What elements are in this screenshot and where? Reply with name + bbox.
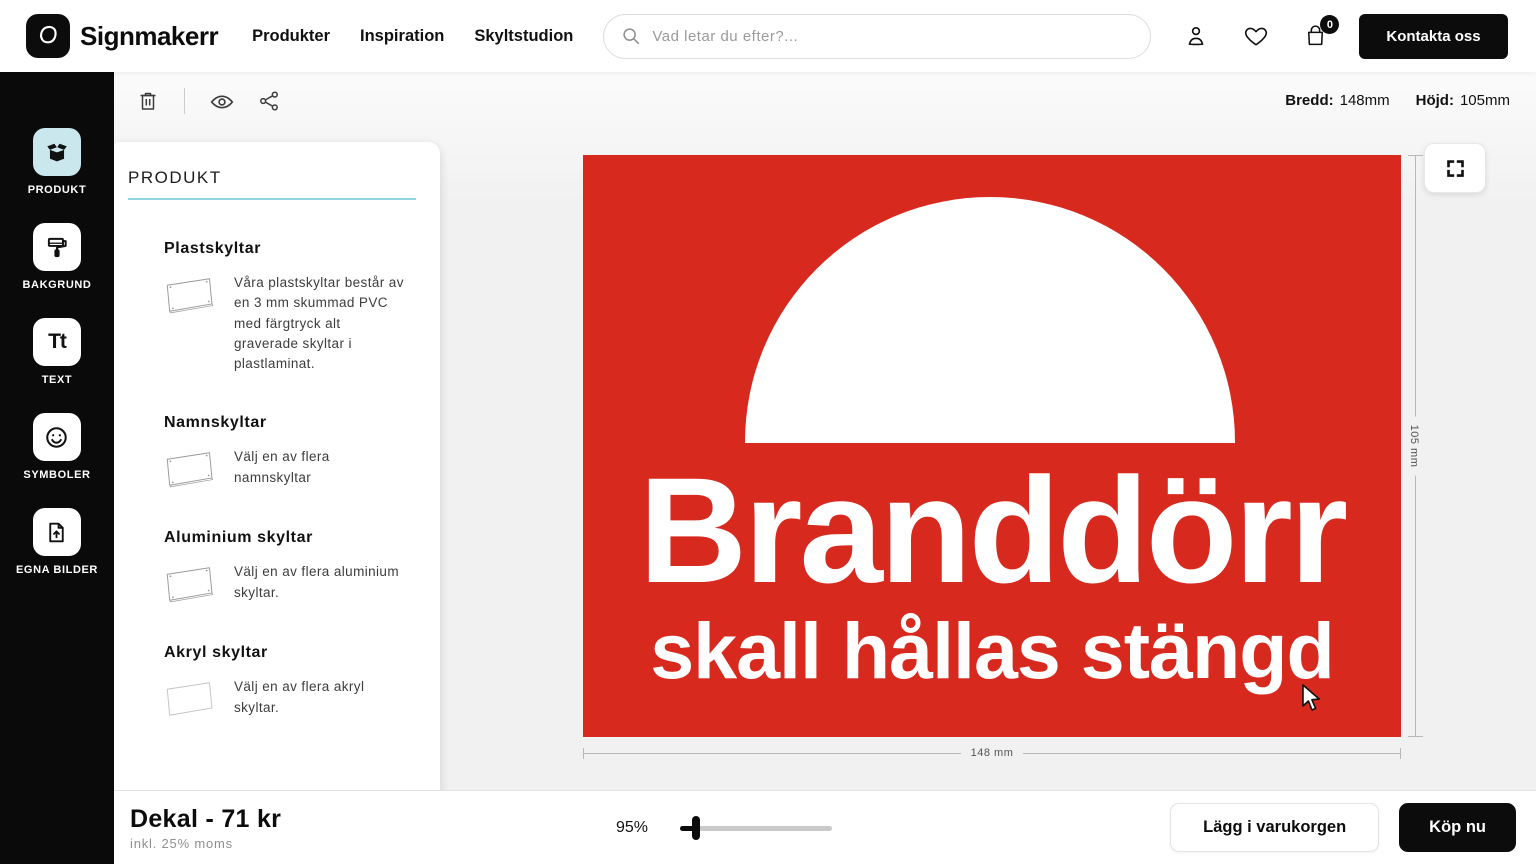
width-readout: Bredd:148mm bbox=[1285, 92, 1389, 109]
dome-symbol[interactable] bbox=[745, 197, 1235, 443]
purchase-buttons: Lägg i varukorgen Köp nu bbox=[1170, 803, 1516, 852]
account-button[interactable] bbox=[1183, 23, 1209, 49]
height-dimension-guide: 105 mm bbox=[1408, 155, 1438, 737]
canvas-toolbar bbox=[136, 88, 281, 114]
zoom-slider-track[interactable] bbox=[680, 826, 832, 831]
product-option-description: Välj en av flera akryl skyltar. bbox=[234, 677, 404, 718]
sidebar-item-label: SYMBOLER bbox=[23, 469, 90, 481]
add-to-cart-button[interactable]: Lägg i varukorgen bbox=[1170, 803, 1379, 852]
delete-button[interactable] bbox=[136, 89, 160, 113]
sidebar-item-label: TEXT bbox=[42, 374, 73, 386]
bottom-action-bar: Dekal - 71 kr inkl. 25% moms 95% Lägg i … bbox=[114, 790, 1536, 864]
favorites-button[interactable] bbox=[1243, 23, 1269, 49]
sidebar-item-label: BAKGRUND bbox=[23, 279, 92, 291]
dimensions-readout: Bredd:148mm Höjd:105mm bbox=[1285, 92, 1510, 109]
file-upload-icon bbox=[33, 508, 81, 556]
vat-note: inkl. 25% moms bbox=[130, 836, 616, 851]
dimension-line bbox=[584, 753, 961, 754]
contact-button[interactable]: Kontakta oss bbox=[1359, 14, 1507, 59]
nav-produkter[interactable]: Produkter bbox=[252, 27, 330, 46]
logo-blob-icon bbox=[26, 14, 70, 58]
product-option-namnskyltar[interactable]: Namnskyltar Välj en av flera namnskyltar bbox=[128, 414, 416, 489]
cart-count-badge: 0 bbox=[1320, 15, 1339, 34]
zoom-slider[interactable] bbox=[680, 816, 832, 840]
box-icon bbox=[33, 128, 81, 176]
product-price: Dekal - 71 kr bbox=[130, 805, 616, 834]
header-icons: 0 bbox=[1183, 23, 1329, 49]
share-icon bbox=[257, 89, 281, 113]
search-input[interactable] bbox=[652, 28, 1134, 45]
sign-thumbnail-icon bbox=[164, 564, 216, 604]
panel-title: PRODUKT bbox=[128, 168, 416, 200]
share-button[interactable] bbox=[257, 89, 281, 113]
product-option-plastskyltar[interactable]: Plastskyltar Våra plastskyltar består av… bbox=[128, 240, 416, 374]
price-block: Dekal - 71 kr inkl. 25% moms bbox=[130, 805, 616, 851]
product-option-description: Välj en av flera namnskyltar bbox=[234, 447, 404, 488]
nav-inspiration[interactable]: Inspiration bbox=[360, 27, 444, 46]
height-dimension-label: 105 mm bbox=[1408, 417, 1420, 476]
width-dimension-label: 148 mm bbox=[961, 747, 1024, 759]
main-nav: Produkter Inspiration Skyltstudion bbox=[252, 27, 573, 46]
fullscreen-icon bbox=[1445, 158, 1466, 179]
dimension-tick bbox=[1408, 736, 1423, 737]
search-icon bbox=[620, 25, 642, 47]
dimension-tick bbox=[1400, 748, 1401, 759]
sign-title-text[interactable]: Branddörr bbox=[583, 455, 1401, 605]
brand-logo[interactable]: Signmakerr bbox=[26, 14, 218, 58]
toolbar-divider bbox=[184, 88, 185, 114]
product-option-title: Plastskyltar bbox=[164, 240, 416, 258]
sidebar-item-bakgrund[interactable]: BAKGRUND bbox=[23, 223, 92, 291]
dimension-line bbox=[1023, 753, 1400, 754]
top-navbar: Signmakerr Produkter Inspiration Skyltst… bbox=[0, 0, 1536, 72]
product-option-akryl[interactable]: Akryl skyltar Välj en av flera akryl sky… bbox=[128, 644, 416, 719]
sidebar-item-label: EGNA BILDER bbox=[16, 564, 98, 576]
zoom-controls: 95% bbox=[616, 816, 832, 840]
product-option-title: Aluminium skyltar bbox=[164, 529, 416, 547]
sidebar-item-produkt[interactable]: PRODUKT bbox=[28, 128, 87, 196]
sidebar-item-symboler[interactable]: SYMBOLER bbox=[23, 413, 90, 481]
product-option-title: Namnskyltar bbox=[164, 414, 416, 432]
sign-subtitle-text[interactable]: skall hållas stängd bbox=[583, 611, 1401, 690]
paint-roller-icon bbox=[33, 223, 81, 271]
sidebar-item-egna-bilder[interactable]: EGNA BILDER bbox=[16, 508, 98, 576]
zoom-slider-thumb[interactable] bbox=[692, 816, 700, 840]
mouse-cursor bbox=[1300, 683, 1324, 715]
sidebar-item-label: PRODUKT bbox=[28, 184, 87, 196]
sign-thumbnail-icon bbox=[164, 679, 216, 719]
nav-skyltstudion[interactable]: Skyltstudion bbox=[474, 27, 573, 46]
sign-thumbnail-icon bbox=[164, 449, 216, 489]
smiley-icon bbox=[33, 413, 81, 461]
editor-workspace: PRODUKT BAKGRUND Tt TEXT bbox=[0, 72, 1536, 864]
product-option-aluminium[interactable]: Aluminium skyltar Välj en av flera alumi… bbox=[128, 529, 416, 604]
heart-icon bbox=[1243, 23, 1269, 49]
cart-button[interactable]: 0 bbox=[1303, 23, 1329, 49]
product-option-description: Välj en av flera aluminium skyltar. bbox=[234, 562, 404, 603]
user-icon bbox=[1183, 23, 1209, 49]
width-dimension-guide: 148 mm bbox=[583, 744, 1401, 762]
tool-sidebar: PRODUKT BAKGRUND Tt TEXT bbox=[0, 72, 114, 864]
dimension-tick bbox=[1408, 155, 1423, 156]
eye-icon bbox=[209, 89, 235, 115]
buy-now-button[interactable]: Köp nu bbox=[1399, 803, 1516, 852]
zoom-level: 95% bbox=[616, 819, 648, 837]
sidebar-item-text[interactable]: Tt TEXT bbox=[33, 318, 81, 386]
preview-button[interactable] bbox=[209, 89, 233, 113]
text-icon: Tt bbox=[33, 318, 81, 366]
trash-icon bbox=[136, 89, 160, 113]
product-option-title: Akryl skyltar bbox=[164, 644, 416, 662]
height-readout: Höjd:105mm bbox=[1416, 92, 1510, 109]
product-option-description: Våra plastskyltar består av en 3 mm skum… bbox=[234, 273, 404, 374]
product-panel-body: PRODUKT Plastskyltar Våra plastskyltar b… bbox=[114, 142, 440, 809]
sign-canvas[interactable]: Branddörr skall hållas stängd bbox=[583, 155, 1401, 737]
product-panel: PRODUKT Plastskyltar Våra plastskyltar b… bbox=[114, 142, 440, 857]
search-bar[interactable] bbox=[603, 14, 1151, 59]
brand-name: Signmakerr bbox=[80, 21, 218, 52]
sign-thumbnail-icon bbox=[164, 275, 216, 315]
